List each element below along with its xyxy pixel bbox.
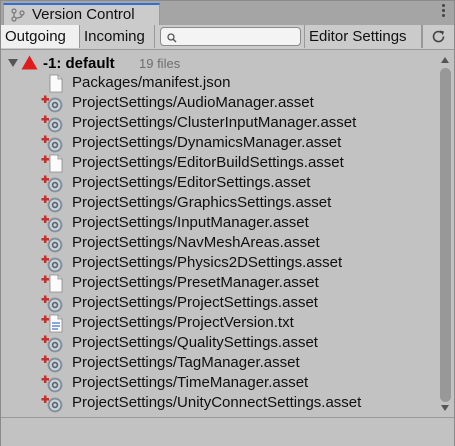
file-row[interactable]: ProjectSettings/GraphicsSettings.asset: [1, 193, 437, 213]
editor-settings-button[interactable]: Editor Settings: [304, 25, 422, 48]
toolbar: Outgoing Incoming Editor Settings: [1, 25, 454, 50]
file-path: ProjectSettings/PresetManager.asset: [72, 274, 319, 291]
warning-icon: [21, 55, 38, 70]
settings-asset-icon: [41, 394, 67, 413]
document-icon: [41, 154, 67, 173]
settings-asset-icon: [41, 374, 67, 393]
file-path: ProjectSettings/TagManager.asset: [72, 354, 300, 371]
file-row[interactable]: ProjectSettings/ClusterInputManager.asse…: [1, 113, 437, 133]
file-path: Packages/manifest.json: [72, 74, 231, 91]
file-path: ProjectSettings/Physics2DSettings.asset: [72, 254, 343, 271]
file-path: ProjectSettings/UnityConnectSettings.ass…: [72, 394, 362, 411]
file-row[interactable]: ProjectSettings/ProjectSettings.asset: [1, 293, 437, 313]
tab-strip: Version Control: [1, 1, 454, 26]
changelist-header[interactable]: -1: default 19 files: [1, 53, 437, 73]
file-row[interactable]: ProjectSettings/NavMeshAreas.asset: [1, 233, 437, 253]
file-path: ProjectSettings/NavMeshAreas.asset: [72, 234, 320, 251]
refresh-icon: [430, 28, 447, 48]
scroll-down-icon[interactable]: [441, 405, 449, 411]
search-field[interactable]: [160, 27, 301, 46]
file-row[interactable]: ProjectSettings/Physics2DSettings.asset: [1, 253, 437, 273]
file-path: ProjectSettings/AudioManager.asset: [72, 94, 314, 111]
file-path: ProjectSettings/ProjectVersion.txt: [72, 314, 294, 331]
document-icon: [41, 74, 67, 93]
file-row[interactable]: Packages/manifest.json: [1, 73, 437, 93]
file-path: ProjectSettings/EditorBuildSettings.asse…: [72, 154, 344, 171]
scroll-up-icon[interactable]: [441, 57, 449, 63]
text-document-icon: [41, 314, 67, 333]
scrollbar-thumb[interactable]: [440, 68, 451, 402]
tab-outgoing[interactable]: Outgoing: [1, 25, 80, 48]
file-path: ProjectSettings/QualitySettings.asset: [72, 334, 318, 351]
file-row[interactable]: ProjectSettings/TagManager.asset: [1, 353, 437, 373]
file-row[interactable]: ProjectSettings/TimeManager.asset: [1, 373, 437, 393]
search-icon: [167, 31, 177, 43]
file-path: ProjectSettings/GraphicsSettings.asset: [72, 194, 332, 211]
status-bar: [1, 417, 454, 446]
file-path: ProjectSettings/DynamicsManager.asset: [72, 134, 342, 151]
settings-asset-icon: [41, 334, 67, 353]
vertical-scrollbar[interactable]: [437, 50, 454, 416]
settings-asset-icon: [41, 114, 67, 133]
file-row[interactable]: ProjectSettings/DynamicsManager.asset: [1, 133, 437, 153]
settings-asset-icon: [41, 94, 67, 113]
version-control-icon: [10, 8, 26, 22]
file-row[interactable]: ProjectSettings/UnityConnectSettings.ass…: [1, 393, 437, 413]
tab-version-control[interactable]: Version Control: [3, 3, 160, 25]
settings-asset-icon: [41, 294, 67, 313]
settings-asset-icon: [41, 234, 67, 253]
foldout-arrow-icon[interactable]: [8, 59, 18, 67]
window-title: Version Control: [32, 6, 135, 23]
window-menu-icon[interactable]: [440, 4, 446, 20]
settings-asset-icon: [41, 214, 67, 233]
search-input[interactable]: [179, 28, 297, 45]
file-path: ProjectSettings/EditorSettings.asset: [72, 174, 311, 191]
file-row[interactable]: ProjectSettings/ProjectVersion.txt: [1, 313, 437, 333]
version-control-window: Version Control Outgoing Incoming Editor…: [0, 0, 455, 446]
file-row[interactable]: ProjectSettings/EditorBuildSettings.asse…: [1, 153, 437, 173]
file-row[interactable]: ProjectSettings/EditorSettings.asset: [1, 173, 437, 193]
settings-asset-icon: [41, 354, 67, 373]
file-row[interactable]: ProjectSettings/InputManager.asset: [1, 213, 437, 233]
file-count: 19 files: [139, 56, 181, 71]
file-path: ProjectSettings/ClusterInputManager.asse…: [72, 114, 357, 131]
settings-asset-icon: [41, 194, 67, 213]
settings-asset-icon: [41, 174, 67, 193]
settings-asset-icon: [41, 134, 67, 153]
tab-incoming[interactable]: Incoming: [80, 25, 155, 48]
changelist-label: -1: default: [43, 55, 115, 72]
file-row[interactable]: ProjectSettings/QualitySettings.asset: [1, 333, 437, 353]
file-path: ProjectSettings/InputManager.asset: [72, 214, 309, 231]
file-path: ProjectSettings/TimeManager.asset: [72, 374, 309, 391]
file-row[interactable]: ProjectSettings/AudioManager.asset: [1, 93, 437, 113]
refresh-button[interactable]: [422, 25, 454, 48]
document-icon: [41, 274, 67, 293]
file-row[interactable]: ProjectSettings/PresetManager.asset: [1, 273, 437, 293]
file-path: ProjectSettings/ProjectSettings.asset: [72, 294, 318, 311]
changes-list: -1: default 19 files Packages/manifest.j…: [1, 50, 437, 416]
settings-asset-icon: [41, 254, 67, 273]
